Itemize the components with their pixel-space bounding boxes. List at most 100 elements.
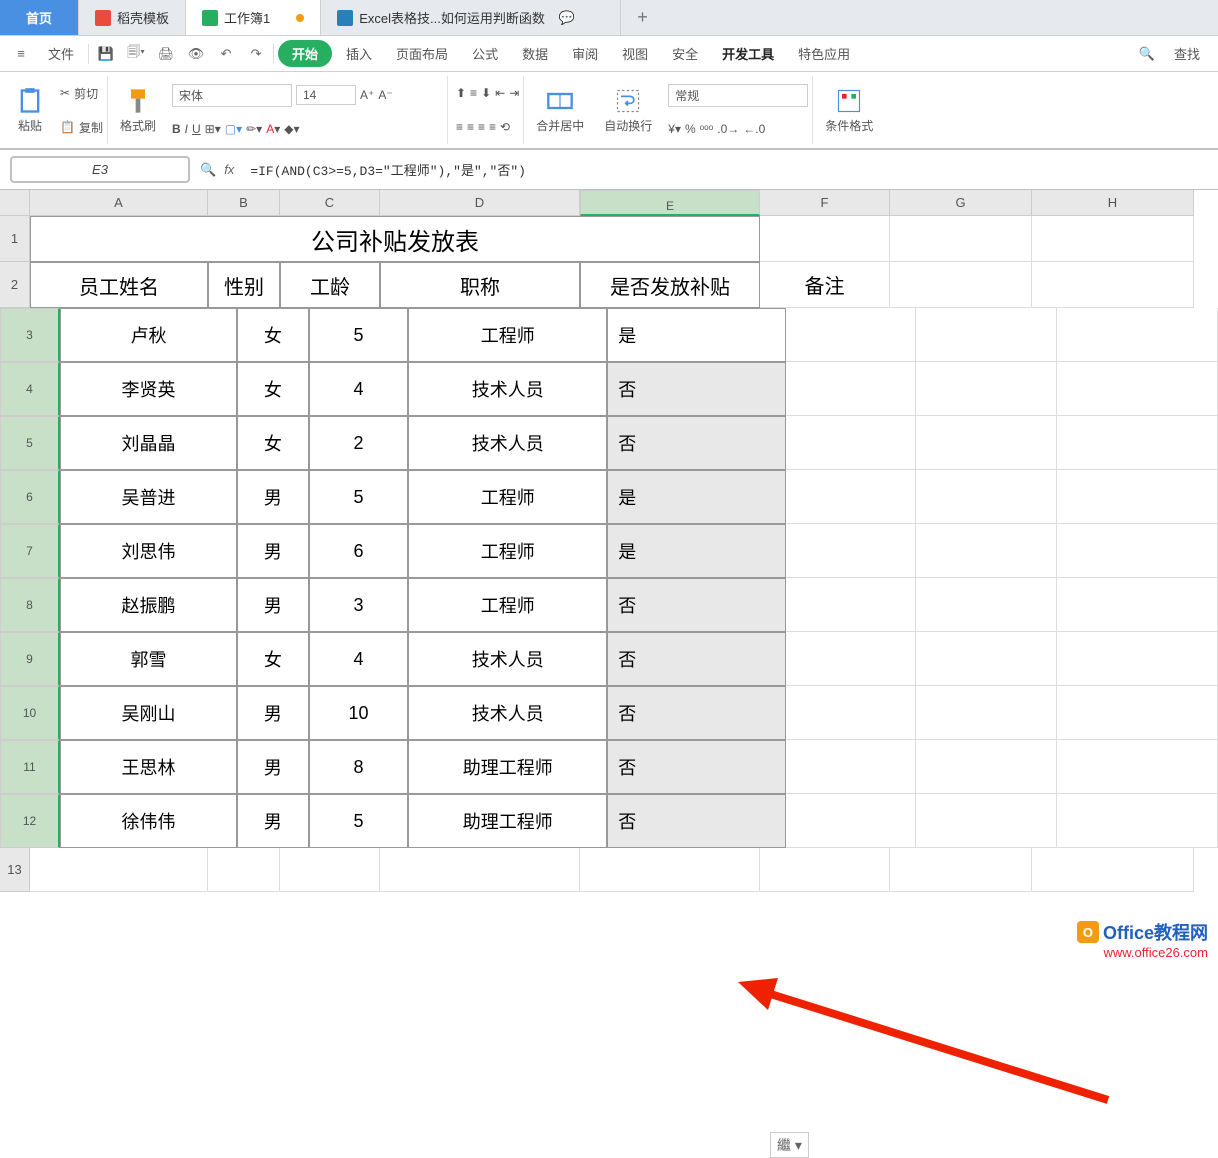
cell-D8[interactable]: 工程师 [408,578,607,632]
col-header-G[interactable]: G [890,190,1032,216]
align-middle-icon[interactable]: ≡ [470,86,477,100]
cell-D11[interactable]: 助理工程师 [408,740,607,794]
cell-C5[interactable]: 2 [309,416,409,470]
preview-icon[interactable]: 👁 [183,41,209,67]
cell-E10[interactable]: 否 [607,686,786,740]
cell-D3[interactable]: 工程师 [408,308,607,362]
cell-E6[interactable]: 是 [607,470,786,524]
align-left-icon[interactable]: ≡ [456,120,463,134]
copy-icon[interactable]: 📋 [60,120,75,134]
cell-C11[interactable]: 8 [309,740,409,794]
menu-data[interactable]: 数据 [512,40,558,67]
cell-B11[interactable]: 男 [237,740,309,794]
cell-H7[interactable] [1057,524,1218,578]
cell-A7[interactable]: 刘思伟 [60,524,237,578]
merge-button[interactable]: 合并居中 [528,76,592,144]
cell-E11[interactable]: 否 [607,740,786,794]
zoom-lens-icon[interactable]: 🔍 [200,162,216,178]
cell-B12[interactable]: 男 [237,794,309,848]
cell-E7[interactable]: 是 [607,524,786,578]
cell-F11[interactable] [786,740,915,794]
row-header-9[interactable]: 9 [0,632,60,686]
underline-button[interactable]: U [192,122,201,136]
menu-review[interactable]: 审阅 [562,40,608,67]
cell-F12[interactable] [786,794,915,848]
formula-input[interactable]: =IF(AND(C3>=5,D3="工程师"),"是","否") [242,156,1218,183]
cell-B13[interactable] [208,848,280,892]
cell-C6[interactable]: 5 [309,470,409,524]
row-header-1[interactable]: 1 [0,216,30,262]
col-header-B[interactable]: B [208,190,280,216]
menu-security[interactable]: 安全 [662,40,708,67]
orientation-icon[interactable]: ⟲ [500,120,510,134]
cell-D4[interactable]: 技术人员 [408,362,607,416]
hamburger-icon[interactable]: ≡ [8,41,34,67]
save-as-icon[interactable]: 🗐▾ [123,41,149,67]
cell-B4[interactable]: 女 [237,362,309,416]
cell-F7[interactable] [786,524,915,578]
tab-workbook[interactable]: 工作簿1 [186,0,321,35]
increase-decimal-icon[interactable]: .0→ [717,122,739,136]
menu-insert[interactable]: 插入 [336,40,382,67]
cell-H13[interactable] [1032,848,1194,892]
font-select[interactable]: 宋体 [172,84,292,107]
cell-F9[interactable] [786,632,915,686]
row-header-11[interactable]: 11 [0,740,60,794]
cell-E8[interactable]: 否 [607,578,786,632]
cond-format-button[interactable]: 条件格式 [817,76,881,144]
cell-F6[interactable] [786,470,915,524]
cell-E12[interactable]: 否 [607,794,786,848]
cell-D2[interactable]: 职称 [380,262,580,308]
search-icon[interactable]: 🔍 [1134,41,1160,67]
cell-F1[interactable] [760,216,890,262]
align-center-icon[interactable]: ≡ [467,120,474,134]
row-header-3[interactable]: 3 [0,308,60,362]
cell-G12[interactable] [916,794,1057,848]
cell-G3[interactable] [916,308,1057,362]
cell-H8[interactable] [1057,578,1218,632]
decrease-font-icon[interactable]: A⁻ [378,88,392,102]
cell-C9[interactable]: 4 [309,632,409,686]
wrap-button[interactable]: 自动换行 [596,76,660,144]
currency-icon[interactable]: ¥▾ [668,122,681,136]
row-header-8[interactable]: 8 [0,578,60,632]
cell-C7[interactable]: 6 [309,524,409,578]
cell-E4[interactable]: 否 [607,362,786,416]
cell-H12[interactable] [1057,794,1218,848]
cell-H4[interactable] [1057,362,1218,416]
cell-A3[interactable]: 卢秋 [60,308,237,362]
cell-B9[interactable]: 女 [237,632,309,686]
cell-A10[interactable]: 吴刚山 [60,686,237,740]
col-header-C[interactable]: C [280,190,380,216]
align-top-icon[interactable]: ⬆ [456,86,466,100]
cell-G5[interactable] [916,416,1057,470]
indent-right-icon[interactable]: ⇥ [509,86,519,100]
row-header-13[interactable]: 13 [0,848,30,892]
cell-H9[interactable] [1057,632,1218,686]
col-header-A[interactable]: A [30,190,208,216]
cell-E3[interactable]: 是 [607,308,786,362]
tab-new[interactable]: + [621,0,664,35]
cell-G1[interactable] [890,216,1032,262]
row-header-4[interactable]: 4 [0,362,60,416]
menu-formula[interactable]: 公式 [462,40,508,67]
row-header-10[interactable]: 10 [0,686,60,740]
number-format-select[interactable]: 常规 [668,84,808,107]
cut-icon[interactable]: ✂ [60,86,70,100]
name-box[interactable]: E3 [10,156,190,183]
col-header-E[interactable]: E [580,190,760,216]
cell-H2[interactable] [1032,262,1194,308]
row-header-12[interactable]: 12 [0,794,60,848]
cell-E9[interactable]: 否 [607,632,786,686]
cell-B5[interactable]: 女 [237,416,309,470]
cell-C4[interactable]: 4 [309,362,409,416]
cell-G9[interactable] [916,632,1057,686]
cell-G4[interactable] [916,362,1057,416]
font-color-button[interactable]: A▾ [266,122,280,136]
cell-A9[interactable]: 郭雪 [60,632,237,686]
menu-find[interactable]: 查找 [1164,40,1210,67]
cell-G10[interactable] [916,686,1057,740]
cell-G7[interactable] [916,524,1057,578]
tab-article[interactable]: Excel表格技...如何运用判断函数💬 [321,0,621,35]
row-header-7[interactable]: 7 [0,524,60,578]
